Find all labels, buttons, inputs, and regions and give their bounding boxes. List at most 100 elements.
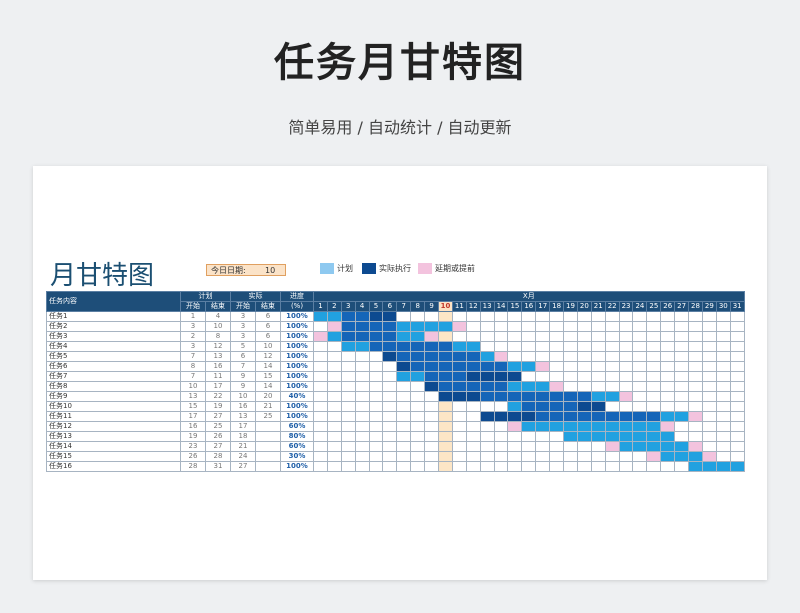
actual-end-cell[interactable]: 14 [255,381,281,392]
progress-cell[interactable]: 100% [280,411,314,422]
task-name[interactable]: 任务15 [46,451,181,462]
task-row[interactable]: 任务3 2 8 3 6 100% [46,331,745,342]
task-row[interactable]: 任务8 10 17 9 14 100% [46,381,745,392]
progress-cell[interactable]: 40% [280,391,314,402]
plan-end-cell[interactable]: 8 [205,331,231,342]
actual-end-cell[interactable]: 15 [255,371,281,382]
task-name[interactable]: 任务12 [46,421,181,432]
plan-start-cell[interactable]: 7 [180,351,206,362]
task-row[interactable]: 任务4 3 12 5 10 100% [46,341,745,352]
actual-start-cell[interactable]: 9 [230,381,256,392]
actual-start-cell[interactable]: 16 [230,401,256,412]
plan-end-cell[interactable]: 27 [205,411,231,422]
plan-end-cell[interactable]: 12 [205,341,231,352]
task-name[interactable]: 任务3 [46,331,181,342]
actual-end-cell[interactable]: 6 [255,331,281,342]
progress-cell[interactable]: 80% [280,431,314,442]
actual-start-cell[interactable]: 9 [230,371,256,382]
progress-cell[interactable]: 100% [280,361,314,372]
actual-start-cell[interactable]: 21 [230,441,256,452]
actual-end-cell[interactable] [255,431,281,442]
plan-start-cell[interactable]: 19 [180,431,206,442]
actual-end-cell[interactable]: 21 [255,401,281,412]
task-name[interactable]: 任务11 [46,411,181,422]
task-name[interactable]: 任务9 [46,391,181,402]
progress-cell[interactable]: 100% [280,381,314,392]
task-name[interactable]: 任务14 [46,441,181,452]
today-date-field[interactable]: 今日日期: 10 [206,264,286,276]
task-name[interactable]: 任务1 [46,311,181,322]
plan-start-cell[interactable]: 10 [180,381,206,392]
plan-start-cell[interactable]: 16 [180,421,206,432]
progress-cell[interactable]: 100% [280,371,314,382]
progress-cell[interactable]: 100% [280,331,314,342]
plan-end-cell[interactable]: 17 [205,381,231,392]
plan-start-cell[interactable]: 15 [180,401,206,412]
actual-start-cell[interactable]: 6 [230,351,256,362]
plan-end-cell[interactable]: 27 [205,441,231,452]
plan-start-cell[interactable]: 8 [180,361,206,372]
task-row[interactable]: 任务5 7 13 6 12 100% [46,351,745,362]
actual-start-cell[interactable]: 17 [230,421,256,432]
actual-end-cell[interactable]: 6 [255,311,281,322]
plan-end-cell[interactable]: 22 [205,391,231,402]
actual-end-cell[interactable]: 20 [255,391,281,402]
actual-end-cell[interactable] [255,421,281,432]
actual-start-cell[interactable]: 7 [230,361,256,372]
actual-end-cell[interactable] [255,461,281,472]
task-name[interactable]: 任务2 [46,321,181,332]
plan-end-cell[interactable]: 25 [205,421,231,432]
task-name[interactable]: 任务16 [46,461,181,472]
plan-end-cell[interactable]: 31 [205,461,231,472]
progress-cell[interactable]: 100% [280,461,314,472]
plan-start-cell[interactable]: 13 [180,391,206,402]
actual-start-cell[interactable]: 27 [230,461,256,472]
actual-end-cell[interactable] [255,451,281,462]
actual-end-cell[interactable]: 6 [255,321,281,332]
plan-start-cell[interactable]: 2 [180,331,206,342]
actual-start-cell[interactable]: 10 [230,391,256,402]
plan-start-cell[interactable]: 7 [180,371,206,382]
progress-cell[interactable]: 60% [280,441,314,452]
task-name[interactable]: 任务5 [46,351,181,362]
task-row[interactable]: 任务11 17 27 13 25 100% [46,411,745,422]
task-row[interactable]: 任务1 1 4 3 6 100% [46,311,745,322]
plan-start-cell[interactable]: 3 [180,321,206,332]
actual-start-cell[interactable]: 5 [230,341,256,352]
actual-start-cell[interactable]: 24 [230,451,256,462]
task-name[interactable]: 任务7 [46,371,181,382]
progress-cell[interactable]: 100% [280,321,314,332]
task-row[interactable]: 任务12 16 25 17 60% [46,421,745,432]
progress-cell[interactable]: 30% [280,451,314,462]
actual-end-cell[interactable]: 14 [255,361,281,372]
task-name[interactable]: 任务10 [46,401,181,412]
plan-end-cell[interactable]: 28 [205,451,231,462]
plan-end-cell[interactable]: 10 [205,321,231,332]
plan-start-cell[interactable]: 28 [180,461,206,472]
progress-cell[interactable]: 60% [280,421,314,432]
task-name[interactable]: 任务4 [46,341,181,352]
task-row[interactable]: 任务9 13 22 10 20 40% [46,391,745,402]
task-name[interactable]: 任务8 [46,381,181,392]
actual-start-cell[interactable]: 3 [230,311,256,322]
actual-end-cell[interactable]: 12 [255,351,281,362]
task-row[interactable]: 任务6 8 16 7 14 100% [46,361,745,372]
actual-start-cell[interactable]: 3 [230,321,256,332]
progress-cell[interactable]: 100% [280,401,314,412]
task-name[interactable]: 任务6 [46,361,181,372]
plan-end-cell[interactable]: 13 [205,351,231,362]
progress-cell[interactable]: 100% [280,311,314,322]
plan-end-cell[interactable]: 19 [205,401,231,412]
task-row[interactable]: 任务10 15 19 16 21 100% [46,401,745,412]
plan-start-cell[interactable]: 26 [180,451,206,462]
actual-end-cell[interactable]: 25 [255,411,281,422]
task-name[interactable]: 任务13 [46,431,181,442]
task-row[interactable]: 任务16 28 31 27 100% [46,461,745,472]
task-row[interactable]: 任务14 23 27 21 60% [46,441,745,452]
plan-end-cell[interactable]: 11 [205,371,231,382]
task-row[interactable]: 任务15 26 28 24 30% [46,451,745,462]
plan-start-cell[interactable]: 17 [180,411,206,422]
plan-end-cell[interactable]: 26 [205,431,231,442]
actual-start-cell[interactable]: 3 [230,331,256,342]
plan-start-cell[interactable]: 1 [180,311,206,322]
